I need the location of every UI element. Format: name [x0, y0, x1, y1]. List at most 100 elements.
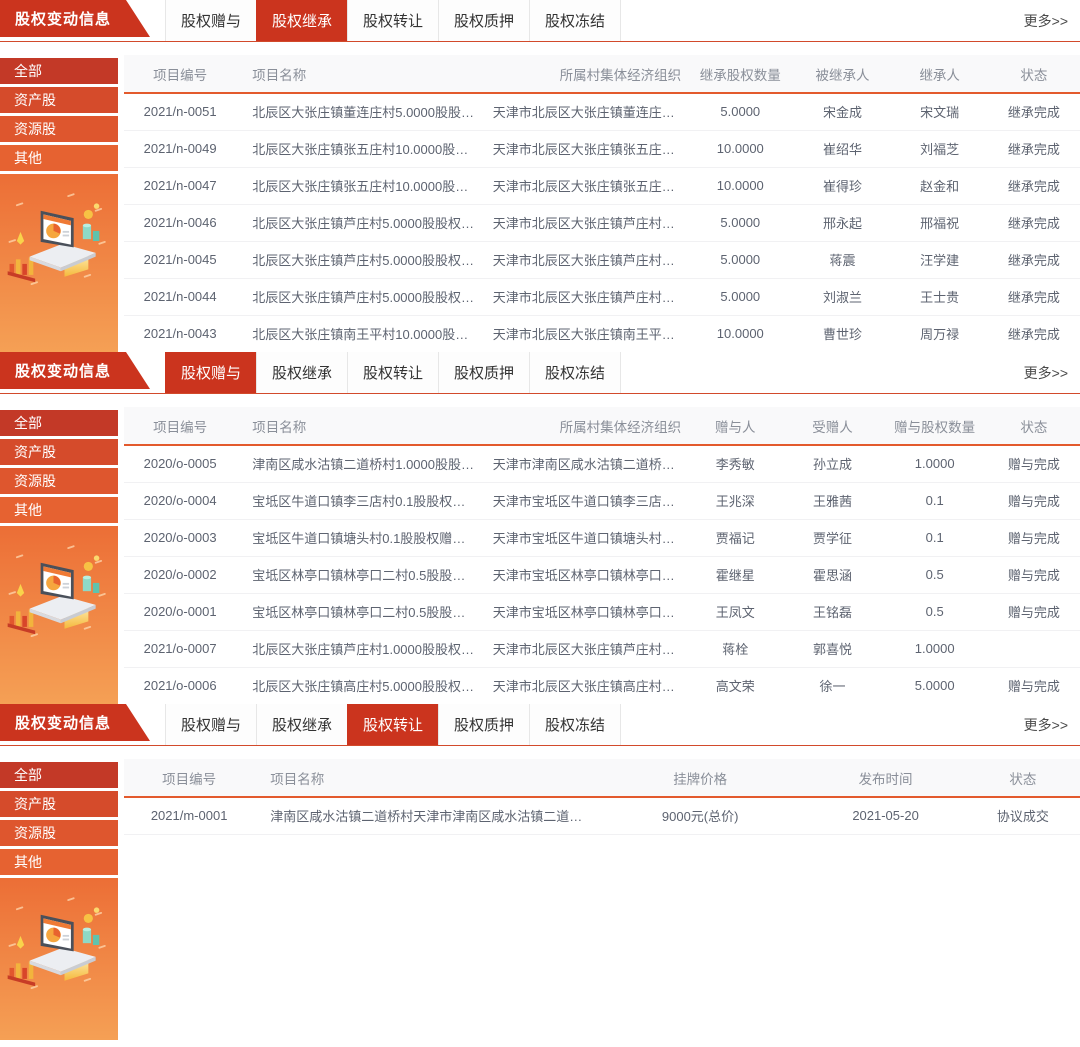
col-project-id: 项目编号	[124, 759, 254, 797]
tab-bar: 股权赠与 股权继承 股权转让 股权质押 股权冻结	[166, 352, 621, 393]
section-title-banner: 股权变动信息	[0, 704, 150, 741]
cell-status: 协议成交	[966, 797, 1080, 834]
table-row[interactable]: 2020/o-0001 宝坻区林亭口镇林亭口二村0.5股股权赠与... 天津市宝…	[124, 593, 1080, 630]
tab-equity-inheritance[interactable]: 股权继承	[256, 0, 348, 41]
category-sidebar: 全部 资产股 资源股 其他	[0, 55, 118, 352]
sidebar-item-all[interactable]: 全部	[0, 58, 118, 84]
cell-gift-qty: 0.1	[882, 482, 988, 519]
sidebar-item-all[interactable]: 全部	[0, 762, 118, 788]
cell-project-name: 北辰区大张庄镇张五庄村10.0000股股权继...	[236, 130, 477, 167]
cell-project-id: 2020/o-0003	[124, 519, 236, 556]
cell-project-id: 2020/o-0001	[124, 593, 236, 630]
col-status: 状态	[988, 55, 1080, 93]
col-project-name: 项目名称	[236, 407, 477, 445]
cell-heir: 汪学建	[892, 241, 988, 278]
sidebar-item-resource-shares[interactable]: 资源股	[0, 116, 118, 142]
tab-equity-freeze[interactable]: 股权冻结	[529, 352, 621, 393]
table-row[interactable]: 2021/n-0046 北辰区大张庄镇芦庄村5.0000股股权继承... 天津市…	[124, 204, 1080, 241]
table-row[interactable]: 2021/n-0045 北辰区大张庄镇芦庄村5.0000股股权继承... 天津市…	[124, 241, 1080, 278]
cell-decedent: 邢永起	[793, 204, 891, 241]
cell-status: 赠与完成	[988, 482, 1080, 519]
table-row[interactable]: 2021/n-0049 北辰区大张庄镇张五庄村10.0000股股权继... 天津…	[124, 130, 1080, 167]
tab-bar: 股权赠与 股权继承 股权转让 股权质押 股权冻结	[166, 0, 621, 41]
table-row[interactable]: 2021/o-0006 北辰区大张庄镇高庄村5.0000股股权赠与... 天津市…	[124, 667, 1080, 704]
tab-equity-transfer[interactable]: 股权转让	[347, 704, 439, 745]
more-link[interactable]: 更多>>	[1024, 352, 1080, 393]
sidebar-item-other[interactable]: 其他	[0, 497, 118, 523]
transfer-table: 项目编号 项目名称 挂牌价格 发布时间 状态 2021/m-0001 津南区咸水…	[124, 759, 1080, 835]
tab-equity-transfer[interactable]: 股权转让	[347, 0, 439, 41]
sidebar-item-asset-shares[interactable]: 资产股	[0, 87, 118, 113]
cell-recipient: 贾学征	[783, 519, 881, 556]
tab-equity-pledge[interactable]: 股权质押	[438, 352, 530, 393]
col-project-id: 项目编号	[124, 55, 236, 93]
sidebar-item-resource-shares[interactable]: 资源股	[0, 468, 118, 494]
cell-project-name: 津南区咸水沽镇二道桥村天津市津南区咸水沽镇二道桥村股份经...	[254, 797, 595, 834]
section-title-banner: 股权变动信息	[0, 352, 150, 389]
table-row[interactable]: 2021/n-0047 北辰区大张庄镇张五庄村10.0000股股权继... 天津…	[124, 167, 1080, 204]
sidebar-item-resource-shares[interactable]: 资源股	[0, 820, 118, 846]
cell-village-org: 天津市宝坻区林亭口镇林亭口二村...	[477, 556, 687, 593]
col-heir: 继承人	[892, 55, 988, 93]
more-link[interactable]: 更多>>	[1024, 0, 1080, 41]
tab-equity-pledge[interactable]: 股权质押	[438, 704, 530, 745]
cell-inherited-qty: 5.0000	[687, 204, 793, 241]
section-body: 全部 资产股 资源股 其他 项目编号 项目名称 所属村集体经济组织 赠与人 受赠…	[0, 407, 1080, 704]
tab-equity-gift[interactable]: 股权赠与	[165, 352, 257, 393]
laptop-chart-icon	[4, 894, 114, 996]
cell-project-id: 2020/o-0005	[124, 445, 236, 482]
cell-heir: 刘福芝	[892, 130, 988, 167]
table-row[interactable]: 2021/n-0043 北辰区大张庄镇南王平村10.0000股股权继... 天津…	[124, 315, 1080, 352]
table-row[interactable]: 2021/n-0051 北辰区大张庄镇董连庄村5.0000股股权继... 天津市…	[124, 93, 1080, 130]
cell-village-org: 天津市北辰区大张庄镇董连庄村股...	[477, 93, 687, 130]
col-status: 状态	[988, 407, 1080, 445]
cell-project-id: 2021/o-0007	[124, 630, 236, 667]
tab-equity-transfer[interactable]: 股权转让	[347, 352, 439, 393]
cell-project-id: 2021/n-0044	[124, 278, 236, 315]
col-project-name: 项目名称	[254, 759, 595, 797]
tab-equity-gift[interactable]: 股权赠与	[165, 704, 257, 745]
table-row[interactable]: 2020/o-0003 宝坻区牛道口镇塘头村0.1股股权赠与项目 天津市宝坻区牛…	[124, 519, 1080, 556]
tab-equity-freeze[interactable]: 股权冻结	[529, 704, 621, 745]
col-inherited-qty: 继承股权数量	[687, 55, 793, 93]
sidebar-item-asset-shares[interactable]: 资产股	[0, 791, 118, 817]
sidebar-item-other[interactable]: 其他	[0, 849, 118, 875]
section-title: 股权变动信息	[15, 8, 111, 29]
col-village-org: 所属村集体经济组织	[477, 55, 687, 93]
tab-equity-inheritance[interactable]: 股权继承	[256, 704, 348, 745]
cell-decedent: 宋金成	[793, 93, 891, 130]
cell-recipient: 王铭磊	[783, 593, 881, 630]
cell-donor: 王兆深	[687, 482, 783, 519]
cell-listing-price: 9000元(总价)	[595, 797, 805, 834]
cell-status	[988, 630, 1080, 667]
tab-equity-gift[interactable]: 股权赠与	[165, 0, 257, 41]
table-row[interactable]: 2020/o-0005 津南区咸水沽镇二道桥村1.0000股股权赠... 天津市…	[124, 445, 1080, 482]
sidebar-item-asset-shares[interactable]: 资产股	[0, 439, 118, 465]
tab-equity-inheritance[interactable]: 股权继承	[256, 352, 348, 393]
table-row[interactable]: 2021/m-0001 津南区咸水沽镇二道桥村天津市津南区咸水沽镇二道桥村股份经…	[124, 797, 1080, 834]
more-link[interactable]: 更多>>	[1024, 704, 1080, 745]
table-row[interactable]: 2021/o-0007 北辰区大张庄镇芦庄村1.0000股股权赠与... 天津市…	[124, 630, 1080, 667]
cell-heir: 赵金和	[892, 167, 988, 204]
col-listing-price: 挂牌价格	[595, 759, 805, 797]
tab-equity-pledge[interactable]: 股权质押	[438, 0, 530, 41]
cell-project-id: 2021/m-0001	[124, 797, 254, 834]
tab-equity-freeze[interactable]: 股权冻结	[529, 0, 621, 41]
sidebar-item-all[interactable]: 全部	[0, 410, 118, 436]
cell-status: 赠与完成	[988, 556, 1080, 593]
cell-inherited-qty: 5.0000	[687, 241, 793, 278]
cell-inherited-qty: 5.0000	[687, 93, 793, 130]
cell-status: 继承完成	[988, 130, 1080, 167]
table-row[interactable]: 2021/n-0044 北辰区大张庄镇芦庄村5.0000股股权继承... 天津市…	[124, 278, 1080, 315]
sidebar-item-other[interactable]: 其他	[0, 145, 118, 171]
table-row[interactable]: 2020/o-0002 宝坻区林亭口镇林亭口二村0.5股股权赠与... 天津市宝…	[124, 556, 1080, 593]
cell-donor: 高文荣	[687, 667, 783, 704]
cell-publish-date: 2021-05-20	[805, 797, 965, 834]
cell-status: 赠与完成	[988, 519, 1080, 556]
col-status: 状态	[966, 759, 1080, 797]
col-recipient: 受赠人	[783, 407, 881, 445]
category-sidebar: 全部 资产股 资源股 其他	[0, 759, 118, 1040]
table-row[interactable]: 2020/o-0004 宝坻区牛道口镇李三店村0.1股股权赠与项目 天津市宝坻区…	[124, 482, 1080, 519]
cell-status: 继承完成	[988, 278, 1080, 315]
cell-status: 继承完成	[988, 241, 1080, 278]
